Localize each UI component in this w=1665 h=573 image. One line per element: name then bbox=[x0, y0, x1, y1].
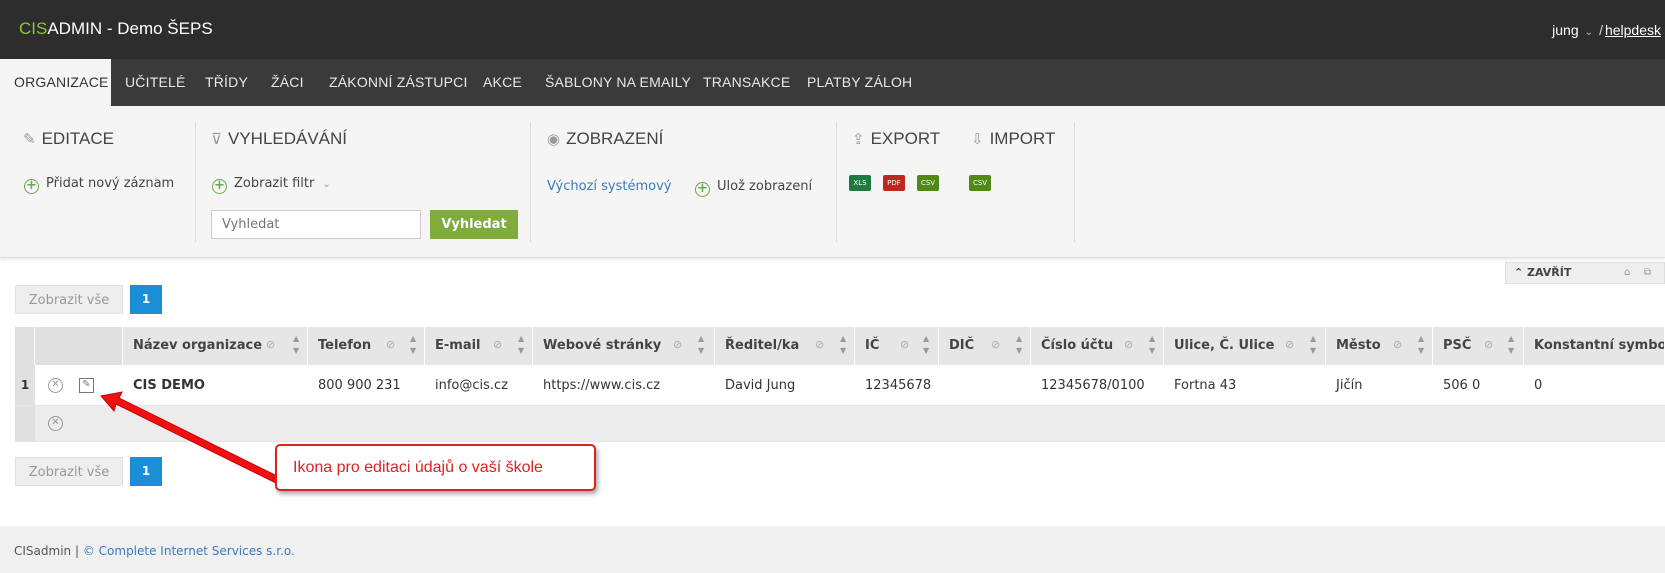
footer-text: CISadmin | © Complete Internet Services … bbox=[14, 544, 295, 558]
footer-app: CISadmin bbox=[14, 544, 72, 558]
annotation-arrow bbox=[100, 391, 282, 485]
footer-sep: | bbox=[74, 544, 80, 558]
footer: CISadmin | © Complete Internet Services … bbox=[0, 526, 1665, 573]
footer-copyright-link[interactable]: © Complete Internet Services s.r.o. bbox=[83, 544, 295, 558]
annotation-callout: Ikona pro editaci údajů o vaší škole bbox=[275, 444, 596, 491]
